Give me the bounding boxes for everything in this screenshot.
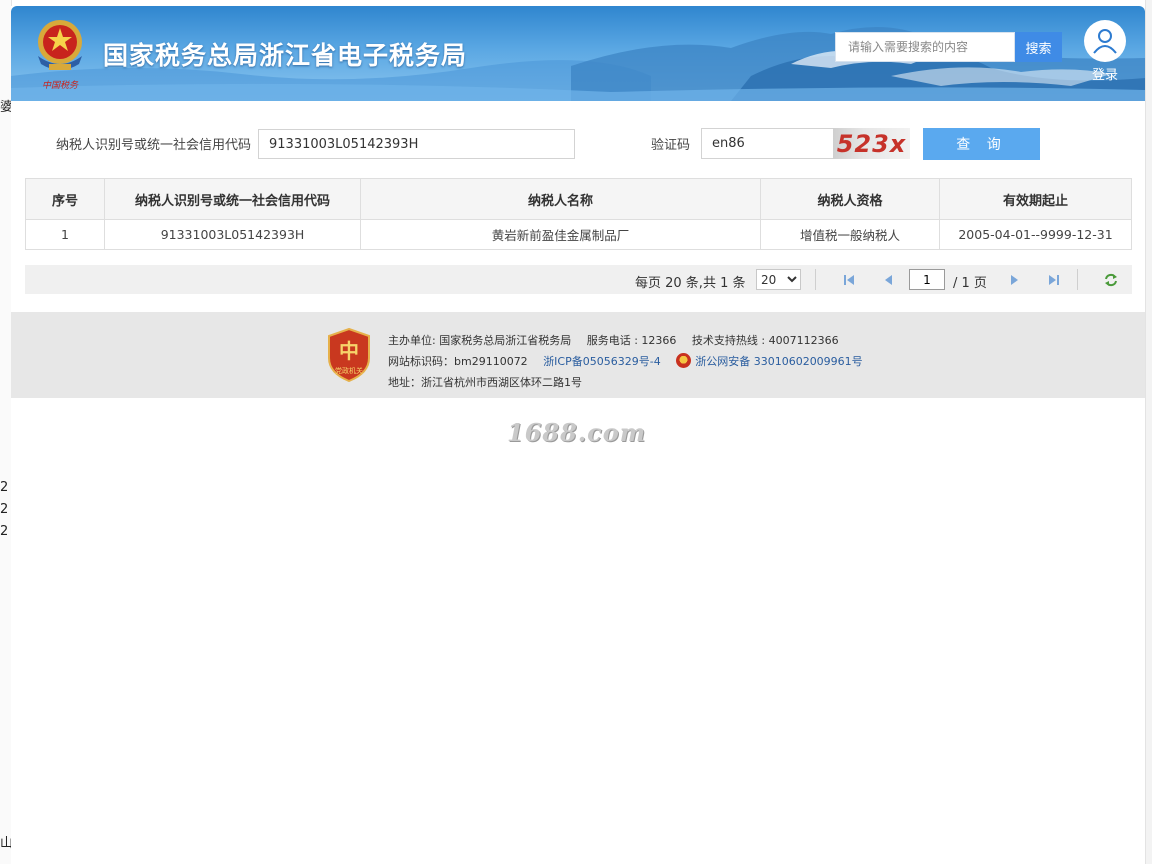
page-frame: 中国税务 国家税务总局浙江省电子税务局 搜索 登录 纳税人识别号或统一社会信用代…	[11, 6, 1145, 864]
footer-support: 技术支持热线 : 4007112366	[691, 334, 839, 347]
col-header-index: 序号	[25, 178, 105, 220]
user-avatar-icon	[1084, 20, 1126, 62]
cell-taxpayer-id: 91331003L05142393H	[104, 219, 361, 250]
taxpayer-id-input[interactable]	[258, 129, 575, 159]
edge-char: 2	[0, 502, 9, 517]
next-page-icon[interactable]	[1007, 272, 1023, 288]
logo-script-text: 中国税务	[42, 80, 79, 91]
cell-qualification: 增值税一般纳税人	[760, 219, 940, 250]
site-search-input[interactable]	[835, 32, 1015, 62]
site-title: 国家税务总局浙江省电子税务局	[103, 41, 468, 70]
page-number-input[interactable]	[909, 269, 945, 290]
pager-divider	[1077, 269, 1078, 290]
page-size-select[interactable]: 20	[756, 269, 801, 290]
tax-bureau-emblem-icon: 中国税务	[38, 20, 82, 91]
total-pages: / 1 页	[953, 276, 987, 291]
pagination-bar: 每页 20 条,共 1 条 20 / 1 页	[25, 265, 1132, 294]
footer-line-3: 地址：浙江省杭州市西湖区体环二路1号	[388, 374, 594, 390]
table-header-row: 序号 纳税人识别号或统一社会信用代码 纳税人名称 纳税人资格 有效期起止	[25, 178, 1132, 220]
col-header-validity: 有效期起止	[939, 178, 1132, 220]
police-badge-icon	[676, 353, 692, 368]
col-header-taxpayer-id: 纳税人识别号或统一社会信用代码	[104, 178, 361, 220]
site-footer: 中 党政机关 主办单位: 国家税务总局浙江省税务局 服务电话 : 12366 技…	[11, 312, 1145, 398]
taxpayer-id-label: 纳税人识别号或统一社会信用代码	[56, 138, 252, 153]
page-info: 每页 20 条,共 1 条	[635, 276, 746, 291]
party-government-badge-icon[interactable]: 中 党政机关	[327, 328, 371, 382]
badge-text: 党政机关	[335, 366, 363, 375]
site-search-button[interactable]: 搜索	[1015, 32, 1062, 62]
footer-line-1: 主办单位: 国家税务总局浙江省税务局 服务电话 : 12366 技术支持热线 :…	[388, 332, 851, 348]
police-record-link[interactable]: 浙公网安备 33010602009961号	[695, 355, 862, 368]
table-row: 1 91331003L05142393H 黄岩新前盈佳金属制品厂 增值税一般纳税…	[25, 219, 1132, 250]
cell-validity: 2005-04-01--9999-12-31	[939, 219, 1132, 250]
footer-address: 地址：浙江省杭州市西湖区体环二路1号	[388, 376, 582, 389]
scrollbar-track[interactable]	[1145, 0, 1152, 864]
footer-host: 主办单位: 国家税务总局浙江省税务局	[388, 334, 572, 347]
edge-char: 2	[0, 480, 9, 495]
footer-phone: 服务电话 : 12366	[586, 334, 677, 347]
result-table: 序号 纳税人识别号或统一社会信用代码 纳税人名称 纳税人资格 有效期起止 1 9…	[25, 178, 1132, 250]
captcha-image[interactable]: 523x	[833, 128, 910, 159]
first-page-icon[interactable]	[841, 272, 857, 288]
col-header-taxpayer-name: 纳税人名称	[360, 178, 761, 220]
footer-site-id: 网站标识码：bm29110072	[388, 355, 528, 368]
watermark-text: 1688.com	[507, 418, 647, 447]
icp-link[interactable]: 浙ICP备05056329号-4	[543, 355, 661, 368]
query-button[interactable]: 查 询	[923, 128, 1040, 160]
col-header-qualification: 纳税人资格	[760, 178, 940, 220]
cell-index: 1	[25, 219, 105, 250]
footer-line-2: 网站标识码：bm29110072 浙ICP备05056329号-4 浙公网安备 …	[388, 353, 875, 369]
refresh-icon[interactable]	[1103, 272, 1119, 288]
captcha-label: 验证码	[651, 138, 691, 153]
prev-page-icon[interactable]	[880, 272, 896, 288]
pager-divider	[815, 269, 816, 290]
last-page-icon[interactable]	[1046, 272, 1062, 288]
site-header: 中国税务 国家税务总局浙江省电子税务局 搜索 登录	[11, 6, 1145, 101]
edge-char: 2	[0, 524, 9, 539]
captcha-input[interactable]	[701, 128, 834, 159]
login-button[interactable]: 登录	[1083, 20, 1127, 83]
svg-text:中: 中	[339, 339, 359, 363]
cell-taxpayer-name: 黄岩新前盈佳金属制品厂	[360, 219, 761, 250]
login-label: 登录	[1091, 68, 1118, 83]
